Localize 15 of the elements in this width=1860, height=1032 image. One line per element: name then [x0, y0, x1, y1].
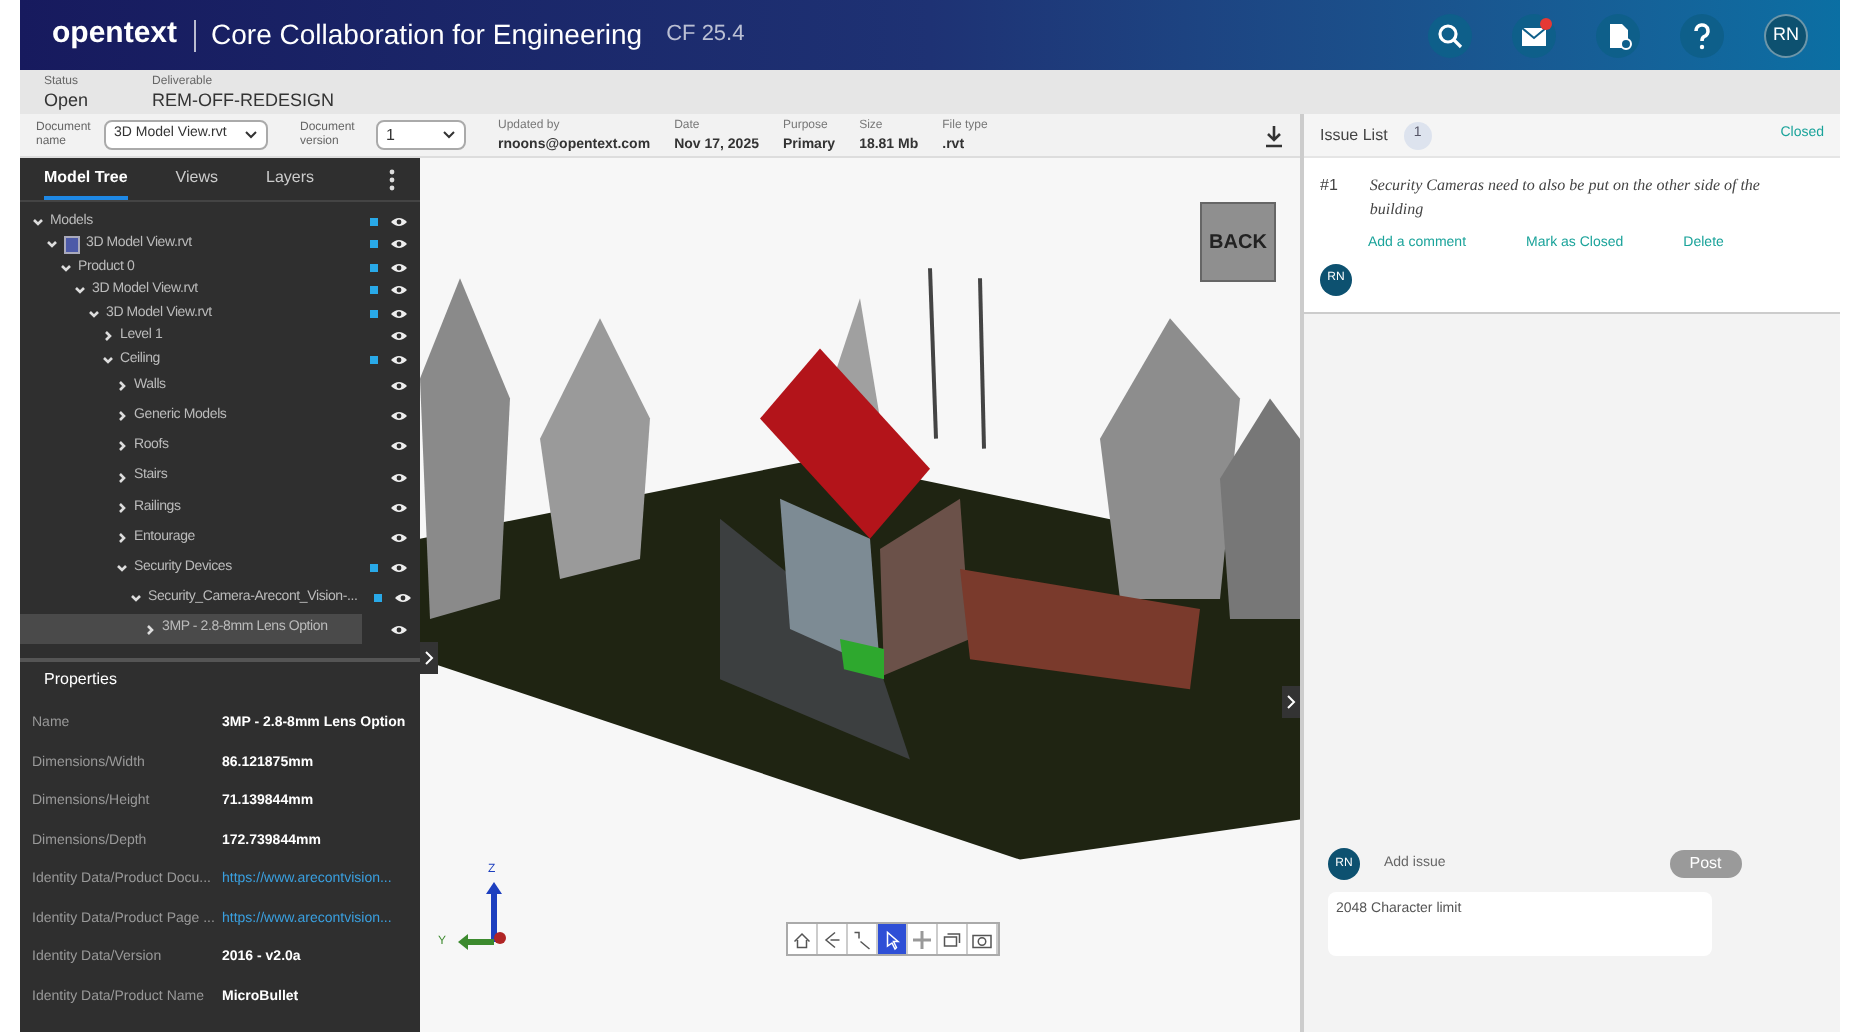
field-value: Open	[44, 92, 89, 110]
user-avatar[interactable]: RN	[1764, 13, 1808, 57]
logo: opentext	[52, 14, 178, 55]
tab[interactable]: Model Tree	[44, 158, 128, 200]
tab[interactable]: Views	[175, 158, 218, 200]
panel-title: Issue List	[1320, 123, 1388, 147]
version-label: CF 25.4	[666, 20, 745, 51]
view-cube[interactable]: BACK	[1200, 202, 1276, 282]
version-select[interactable]: 1	[376, 120, 466, 150]
section-title: Properties	[44, 668, 117, 692]
issue-text: Security Cameras need to also be put on the other side of the building	[1369, 174, 1762, 222]
tab[interactable]: Layers	[266, 158, 315, 200]
app-title: Core Collaboration for Engineering	[211, 16, 643, 54]
issue-number: #1	[1320, 174, 1338, 198]
field-value: REM-OFF-REDESIGN	[152, 92, 335, 110]
